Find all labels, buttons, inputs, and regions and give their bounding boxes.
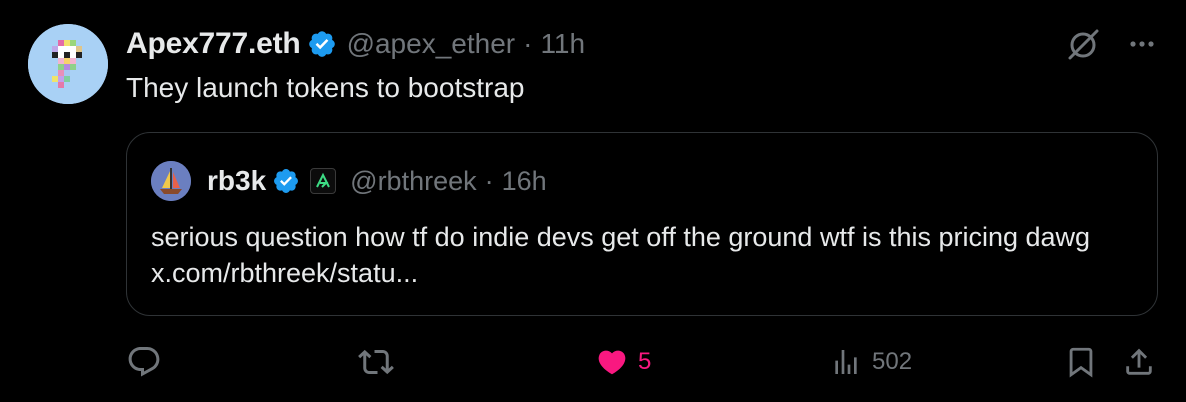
quoted-author-handle[interactable]: @rbthreek bbox=[350, 166, 476, 197]
reply-button[interactable] bbox=[126, 342, 162, 382]
like-button[interactable]: 5 bbox=[596, 342, 651, 382]
tweet-timestamp[interactable]: 11h bbox=[540, 28, 585, 60]
repost-icon bbox=[358, 349, 394, 375]
views-count: 502 bbox=[872, 348, 913, 375]
pixel-avatar-icon bbox=[28, 24, 108, 104]
tweet-text: They launch tokens to bootstrap bbox=[126, 72, 525, 103]
quoted-tweet-header: rb3k @rbthreek · 16h bbox=[151, 161, 547, 201]
repost-button[interactable] bbox=[358, 342, 394, 382]
reply-icon bbox=[128, 347, 160, 377]
affiliate-badge-icon[interactable] bbox=[310, 168, 337, 194]
verified-badge-icon bbox=[272, 167, 300, 195]
like-count: 5 bbox=[638, 348, 652, 375]
more-options-icon[interactable] bbox=[1128, 30, 1156, 58]
author-display-name[interactable]: Apex777.eth bbox=[126, 27, 301, 61]
bookmark-icon bbox=[1069, 347, 1093, 378]
quoted-tweet-timestamp[interactable]: 16h bbox=[502, 166, 547, 197]
heart-filled-icon bbox=[598, 350, 626, 375]
sailboat-icon bbox=[151, 161, 191, 201]
separator-dot: · bbox=[484, 165, 494, 196]
views-button[interactable]: 502 bbox=[830, 342, 912, 382]
tweet-header: Apex777.eth @apex_ether · 11h bbox=[126, 24, 585, 64]
author-avatar[interactable] bbox=[28, 24, 108, 104]
grok-icon[interactable] bbox=[1066, 26, 1102, 62]
tweet-top-actions bbox=[1066, 26, 1156, 62]
author-handle[interactable]: @apex_ether bbox=[347, 28, 516, 60]
quoted-author-display-name[interactable]: rb3k bbox=[207, 165, 266, 197]
separator-dot: · bbox=[523, 28, 533, 59]
quoted-author-avatar[interactable] bbox=[151, 161, 191, 201]
tweet-actions-bar: 5 502 bbox=[126, 342, 1158, 382]
share-button[interactable] bbox=[1122, 342, 1156, 382]
verified-badge-icon bbox=[307, 29, 337, 59]
quoted-tweet-text: serious question how tf do indie devs ge… bbox=[151, 222, 1091, 288]
bookmark-button[interactable] bbox=[1064, 342, 1098, 382]
views-icon bbox=[835, 350, 857, 374]
quoted-tweet[interactable]: rb3k @rbthreek · 16h serious question ho… bbox=[126, 132, 1158, 316]
tweet-card[interactable]: Apex777.eth @apex_ether · 11h They launc… bbox=[0, 0, 1186, 402]
share-icon bbox=[1126, 348, 1152, 375]
